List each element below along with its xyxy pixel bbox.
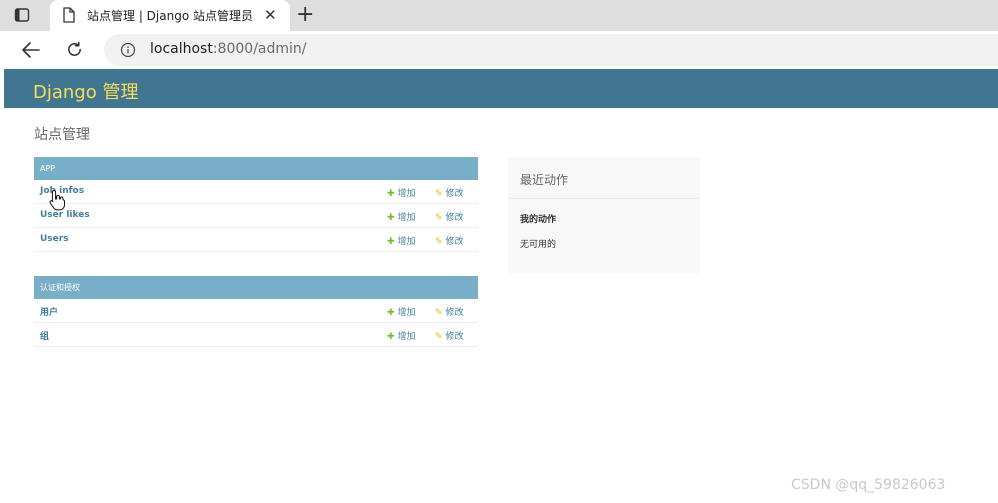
- browser-tab-active[interactable]: 站点管理 | Django 站点管理员 ✕: [50, 0, 290, 31]
- recent-actions-title: 最近动作: [520, 173, 569, 187]
- change-job-infos-link[interactable]: ✎ 修改: [435, 186, 464, 199]
- change-user-link[interactable]: ✎ 修改: [435, 305, 464, 318]
- model-link-user-likes[interactable]: User likes: [40, 210, 90, 220]
- add-label: 增加: [397, 332, 416, 342]
- new-tab-icon[interactable]: +: [296, 3, 314, 27]
- add-label: 增加: [397, 213, 416, 223]
- table-row: Job infos ✚ 增加 ✎ 修改: [34, 180, 478, 204]
- add-user-likes-link[interactable]: ✚ 增加: [387, 210, 416, 223]
- change-group-link[interactable]: ✎ 修改: [435, 329, 464, 342]
- table-row: 组 ✚ 增加 ✎ 修改: [34, 323, 478, 347]
- page-title: 站点管理: [34, 127, 90, 143]
- site-brand-link[interactable]: Django 管理: [33, 78, 138, 104]
- app-module: APP Job infos ✚ 增加 ✎ 修改 User likes ✚ 增加 ✎ 修改…: [34, 157, 478, 252]
- change-user-likes-link[interactable]: ✎ 修改: [435, 210, 464, 223]
- plus-icon: ✚: [387, 213, 395, 223]
- no-actions-text: 无可用的: [520, 240, 557, 250]
- hand-cursor-icon: [49, 189, 65, 211]
- pencil-icon: ✎: [435, 189, 443, 199]
- url-host: localhost: [150, 41, 213, 57]
- recent-actions-panel: 最近动作 我的动作 无可用的: [508, 157, 700, 273]
- table-row: 用户 ✚ 增加 ✎ 修改: [34, 299, 478, 323]
- change-label: 修改: [445, 213, 464, 223]
- plus-icon: ✚: [387, 308, 395, 318]
- add-users-link[interactable]: ✚ 增加: [387, 234, 416, 247]
- add-label: 增加: [397, 308, 416, 318]
- model-link-groups[interactable]: 组: [40, 329, 49, 342]
- add-user-link[interactable]: ✚ 增加: [387, 305, 416, 318]
- browser-tab-strip: 站点管理 | Django 站点管理员 ✕ +: [0, 0, 998, 31]
- change-label: 修改: [445, 189, 464, 199]
- pencil-icon: ✎: [435, 308, 443, 318]
- change-label: 修改: [445, 332, 464, 342]
- change-label: 修改: [445, 237, 464, 247]
- tab-title: 站点管理 | Django 站点管理员: [87, 9, 253, 23]
- browser-toolbar: localhost:8000/admin/: [0, 31, 998, 69]
- tab-layout-icon[interactable]: [14, 7, 30, 23]
- my-actions-heading: 我的动作: [520, 215, 557, 225]
- pencil-icon: ✎: [435, 237, 443, 247]
- plus-icon: ✚: [387, 237, 395, 247]
- address-bar[interactable]: localhost:8000/admin/: [104, 34, 998, 66]
- plus-icon: ✚: [387, 332, 395, 342]
- table-row: User likes ✚ 增加 ✎ 修改: [34, 204, 478, 228]
- add-group-link[interactable]: ✚ 增加: [387, 329, 416, 342]
- refresh-icon[interactable]: [65, 40, 84, 59]
- pencil-icon: ✎: [435, 213, 443, 223]
- add-job-infos-link[interactable]: ✚ 增加: [387, 186, 416, 199]
- change-users-link[interactable]: ✎ 修改: [435, 234, 464, 247]
- add-label: 增加: [397, 237, 416, 247]
- url-path: :8000/admin/: [212, 41, 307, 57]
- close-tab-icon[interactable]: ✕: [264, 6, 277, 24]
- watermark: CSDN @qq_59826063: [791, 477, 946, 493]
- module-caption-app[interactable]: APP: [34, 157, 478, 180]
- admin-header: Django 管理: [4, 69, 998, 108]
- table-row: Users ✚ 增加 ✎ 修改: [34, 228, 478, 252]
- pencil-icon: ✎: [435, 332, 443, 342]
- add-label: 增加: [397, 189, 416, 199]
- change-label: 修改: [445, 308, 464, 318]
- arrow-left-icon[interactable]: [21, 41, 41, 59]
- document-icon: [63, 7, 75, 23]
- divider: [508, 198, 700, 199]
- model-link-users[interactable]: Users: [40, 234, 69, 244]
- plus-icon: ✚: [387, 189, 395, 199]
- url-text[interactable]: localhost:8000/admin/: [150, 41, 307, 57]
- model-link-users-auth[interactable]: 用户: [40, 305, 58, 318]
- module-caption-auth[interactable]: 认证和授权: [34, 276, 478, 299]
- info-icon[interactable]: [120, 42, 136, 58]
- auth-module: 认证和授权 用户 ✚ 增加 ✎ 修改 组 ✚ 增加 ✎ 修改: [34, 276, 478, 347]
